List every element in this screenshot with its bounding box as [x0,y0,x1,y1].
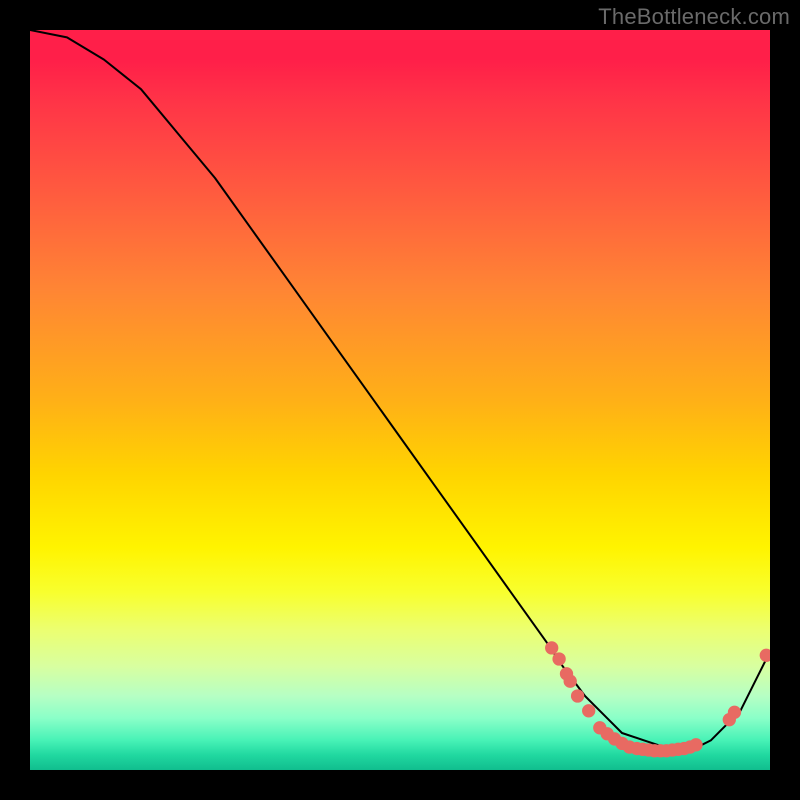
data-point [689,738,702,751]
data-point [545,641,558,654]
chart-frame: TheBottleneck.com [0,0,800,800]
bottleneck-curve [30,30,770,748]
data-point [760,649,770,662]
plot-area [30,30,770,770]
data-point [728,706,741,719]
chart-svg [30,30,770,770]
data-point [564,675,577,688]
data-points [545,641,770,757]
watermark-text: TheBottleneck.com [598,4,790,30]
data-point [552,652,565,665]
data-point [582,704,595,717]
data-point [571,689,584,702]
